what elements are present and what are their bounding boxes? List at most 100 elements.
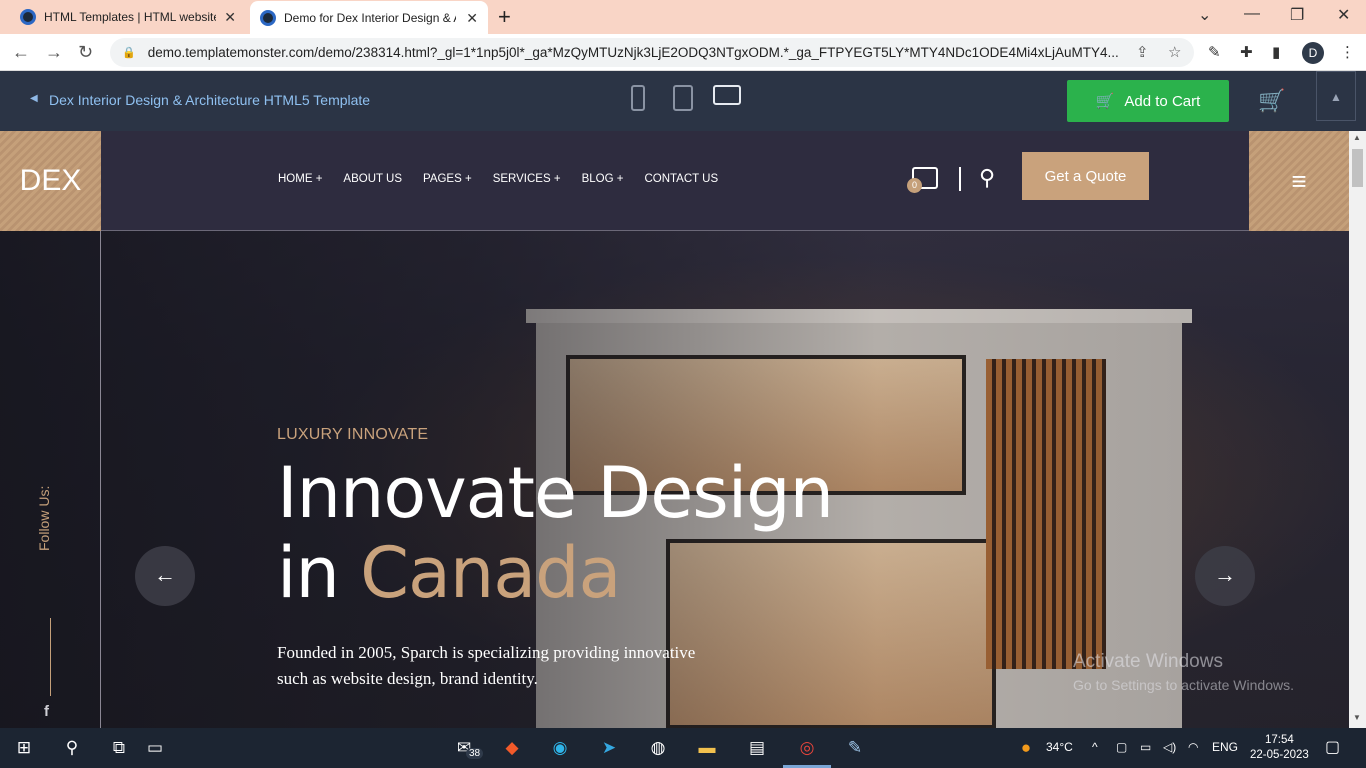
search-icon[interactable]: ⚲ [60,736,84,760]
desktop-view-icon[interactable] [713,85,741,105]
scroll-up-icon[interactable]: ▲ [1353,133,1361,142]
paint-icon[interactable]: ✎ [843,736,867,760]
menu-item-blog[interactable]: BLOG + [582,173,624,185]
tab-title: Demo for Dex Interior Design & A [284,11,456,25]
website-viewport: DEX HOME + ABOUT US PAGES + SERVICES + B… [0,131,1349,728]
tab-title: HTML Templates | HTML website [44,10,216,24]
main-menu: HOME + ABOUT US PAGES + SERVICES + BLOG … [278,173,739,185]
tab-search-chevron-icon[interactable]: ⌄ [1198,5,1211,25]
mail-badge: 38 [466,748,484,759]
search-icon[interactable]: ⚲ [979,165,995,191]
chrome-icon[interactable]: ◎ [795,736,819,760]
tab-html-templates[interactable]: HTML Templates | HTML website ✕ [0,0,246,34]
edge-browser-icon[interactable]: ◉ [548,736,572,760]
bookmark-star-icon[interactable]: ☆ [1168,43,1181,61]
activate-windows-subtitle: Go to Settings to activate Windows. [1073,677,1294,693]
language-indicator[interactable]: ENG [1212,740,1238,754]
app-icon[interactable]: ◍ [646,736,670,760]
extensions-puzzle-icon[interactable]: ✚ [1240,43,1253,61]
clock-time: 17:54 [1265,734,1294,746]
menu-item-about[interactable]: ABOUT US [343,173,402,185]
page-scrollbar[interactable]: ▲ ▼ [1349,131,1366,728]
hamburger-icon: ≡ [1291,165,1307,196]
arrow-right-icon: → [1214,562,1236,587]
forward-arrow-icon[interactable]: → [45,42,63,63]
volume-icon[interactable]: ◁) [1163,740,1176,754]
menu-item-home[interactable]: HOME + [278,173,322,185]
collapse-bar-button[interactable]: ▲ [1316,71,1356,121]
url-text: demo.templatemonster.com/demo/238314.htm… [147,45,1119,60]
caret-up-icon: ▲ [1330,90,1342,104]
headline-line-2: in Canada [277,533,833,613]
browser-tab-strip: HTML Templates | HTML website ✕ Demo for… [0,0,1366,35]
headline-prefix: in [277,532,361,614]
telegram-icon[interactable]: ➤ [597,736,621,760]
share-icon[interactable]: ⇪ [1136,43,1149,61]
headline-accent: Canada [360,532,621,614]
mobile-view-icon[interactable] [631,85,645,111]
templatemonster-favicon-icon [260,10,276,26]
file-explorer-icon[interactable]: ▬ [695,736,719,760]
notifications-icon[interactable]: ▢ [1325,737,1340,757]
logo-text: DEX [19,164,82,197]
arrow-left-icon: ← [154,562,176,587]
slider-prev-button[interactable]: ← [135,546,195,606]
browser-toolbar: ← → ↻ 🔒 demo.templatemonster.com/demo/23… [0,34,1366,71]
site-header: DEX HOME + ABOUT US PAGES + SERVICES + B… [0,131,1349,231]
window-close-icon[interactable]: ✕ [1337,5,1350,25]
hamburger-menu-button[interactable]: ≡ [1249,131,1349,231]
battery-icon[interactable]: ▭ [1140,740,1151,754]
facebook-icon[interactable]: f [44,703,49,720]
address-bar[interactable]: 🔒 demo.templatemonster.com/demo/238314.h… [110,38,1194,67]
tablet-view-icon[interactable] [673,85,693,111]
tab-close-icon[interactable]: ✕ [224,9,236,26]
side-panel-icon[interactable]: ▮ [1272,43,1280,61]
tab-close-icon[interactable]: ✕ [466,10,478,27]
slider-next-button[interactable]: → [1195,546,1255,606]
hero-description: Founded in 2005, Sparch is specializing … [277,643,696,688]
profile-avatar[interactable]: D [1302,42,1324,64]
cart-icon: 🛒 [1095,93,1115,110]
tab-dex-demo[interactable]: Demo for Dex Interior Design & A ✕ [250,1,488,35]
restore-icon[interactable]: ❐ [1290,5,1304,25]
desktop-icon[interactable]: ▭ [143,736,167,760]
caret-left-icon[interactable]: ◀ [30,93,38,104]
eyedropper-extension-icon[interactable]: ✎ [1208,43,1221,61]
browser-menu-icon[interactable]: ⋮ [1340,43,1355,61]
weather-temperature[interactable]: 34°C [1046,740,1073,754]
header-cart-icon[interactable]: 🛒 [1258,88,1285,114]
menu-item-services[interactable]: SERVICES + [493,173,561,185]
cart-count-badge: 0 [907,178,922,193]
headline-line-1: Innovate Design [277,452,834,534]
activate-windows-title: Activate Windows [1073,651,1223,672]
weather-sun-icon[interactable]: ● [1014,736,1038,760]
menu-item-contact[interactable]: CONTACT US [644,173,718,185]
scroll-down-icon[interactable]: ▼ [1353,713,1361,722]
sidebar-divider [100,231,101,728]
template-title-link[interactable]: Dex Interior Design & Architecture HTML5… [49,92,370,108]
lock-icon: 🔒 [122,47,136,59]
add-to-cart-button[interactable]: 🛒 Add to Cart [1067,80,1229,122]
windows-start-icon[interactable]: ⊞ [12,736,36,760]
system-clock[interactable]: 17:54 22-05-2023 [1250,733,1309,763]
wifi-icon[interactable]: ◠ [1188,740,1198,754]
brave-browser-icon[interactable]: ◆ [500,736,524,760]
tray-chevron-icon[interactable]: ^ [1092,740,1098,754]
follow-line [50,618,51,696]
follow-us-label: Follow Us: [36,485,52,551]
get-a-quote-button[interactable]: Get a Quote [1022,152,1149,200]
site-logo[interactable]: DEX [0,131,101,231]
hero-headline: Innovate Design in Canada [277,452,834,613]
menu-item-pages[interactable]: PAGES + [423,173,472,185]
minimize-icon[interactable]: — [1244,5,1260,23]
hero-subtitle: LUXURY INNOVATE [277,426,429,443]
task-view-icon[interactable]: ⧉ [107,736,131,760]
scroll-thumb[interactable] [1352,149,1363,187]
tray-app-icon[interactable]: ▢ [1116,740,1127,754]
back-arrow-icon[interactable]: ← [12,42,30,63]
reload-icon[interactable]: ↻ [78,42,93,63]
pdf-document-icon[interactable]: ▤ [745,736,769,760]
header-divider [959,167,961,191]
new-tab-icon[interactable]: + [498,4,511,30]
templatemonster-favicon-icon [20,9,36,25]
